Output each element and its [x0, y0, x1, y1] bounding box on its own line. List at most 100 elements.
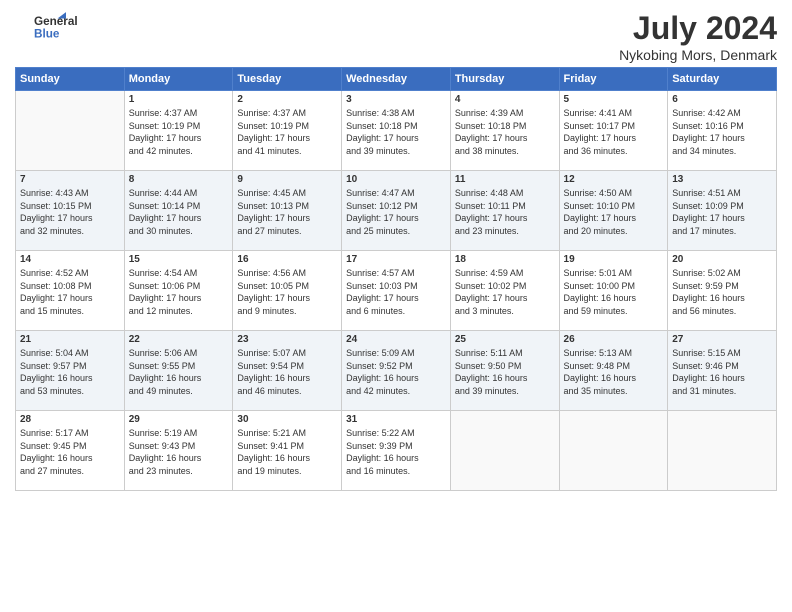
- day-info: Sunrise: 4:42 AM Sunset: 10:16 PM Daylig…: [672, 107, 772, 157]
- day-info: Sunrise: 5:07 AM Sunset: 9:54 PM Dayligh…: [237, 347, 337, 397]
- week-row-5: 28Sunrise: 5:17 AM Sunset: 9:45 PM Dayli…: [16, 411, 777, 491]
- day-cell: 7Sunrise: 4:43 AM Sunset: 10:15 PM Dayli…: [16, 171, 125, 251]
- day-cell: 26Sunrise: 5:13 AM Sunset: 9:48 PM Dayli…: [559, 331, 668, 411]
- day-number: 3: [346, 94, 446, 105]
- day-number: 13: [672, 174, 772, 185]
- day-cell: 21 Sunrise: 5:04 AM Sunset: 9:57 PM Dayli…: [16, 331, 125, 411]
- day-cell: 6 Sunrise: 4:42 AM Sunset: 10:16 PM Dayli…: [668, 91, 777, 171]
- location-title: Nykobing Mors, Denmark: [619, 47, 777, 63]
- day-info: Sunrise: 5:15 AM Sunset: 9:46 PM Dayligh…: [672, 347, 772, 397]
- day-number: 20: [672, 254, 772, 265]
- day-number: 12: [564, 174, 664, 185]
- svg-text:General: General: [34, 15, 78, 28]
- day-number: 17: [346, 254, 446, 265]
- day-cell: 10 Sunrise: 4:47 AM Sunset: 10:12 PM Dayl…: [342, 171, 451, 251]
- day-cell: 3 Sunrise: 4:38 AM Sunset: 10:18 PM Dayli…: [342, 91, 451, 171]
- day-number: 7: [20, 174, 120, 185]
- week-row-4: 21 Sunrise: 5:04 AM Sunset: 9:57 PM Dayli…: [16, 331, 777, 411]
- day-info: Sunrise: 5:09 AM Sunset: 9:52 PM Dayligh…: [346, 347, 446, 397]
- header-row: SundayMondayTuesdayWednesdayThursdayFrid…: [16, 68, 777, 91]
- day-number: 14: [20, 254, 120, 265]
- day-cell: 8 Sunrise: 4:44 AM Sunset: 10:14 PM Dayli…: [124, 171, 233, 251]
- week-row-1: 1Sunrise: 4:37 AM Sunset: 10:19 PM Dayli…: [16, 91, 777, 171]
- day-number: 25: [455, 334, 555, 345]
- day-info: Sunrise: 5:01 AM Sunset: 10:00 PM Daylig…: [564, 267, 664, 317]
- day-number: 6: [672, 94, 772, 105]
- day-cell: 30 Sunrise: 5:21 AM Sunset: 9:41 PM Dayli…: [233, 411, 342, 491]
- day-info: Sunrise: 5:11 AM Sunset: 9:50 PM Dayligh…: [455, 347, 555, 397]
- header-cell-sunday: Sunday: [16, 68, 125, 91]
- day-cell: 11 Sunrise: 4:48 AM Sunset: 10:11 PM Dayl…: [450, 171, 559, 251]
- day-info: Sunrise: 4:54 AM Sunset: 10:06 PM Daylig…: [129, 267, 229, 317]
- day-number: 27: [672, 334, 772, 345]
- day-number: 4: [455, 94, 555, 105]
- header-cell-tuesday: Tuesday: [233, 68, 342, 91]
- day-number: 15: [129, 254, 229, 265]
- day-cell: 25 Sunrise: 5:11 AM Sunset: 9:50 PM Dayli…: [450, 331, 559, 411]
- day-info: Sunrise: 4:39 AM Sunset: 10:18 PM Daylig…: [455, 107, 555, 157]
- logo: General Blue: [15, 10, 85, 42]
- day-number: 21: [20, 334, 120, 345]
- day-number: 16: [237, 254, 337, 265]
- header: General Blue July 2024 Nykobing Mors, De…: [15, 10, 777, 63]
- day-number: 11: [455, 174, 555, 185]
- day-number: 30: [237, 414, 337, 425]
- day-info: Sunrise: 5:21 AM Sunset: 9:41 PM Dayligh…: [237, 427, 337, 477]
- header-cell-thursday: Thursday: [450, 68, 559, 91]
- day-cell: 28Sunrise: 5:17 AM Sunset: 9:45 PM Dayli…: [16, 411, 125, 491]
- day-number: 10: [346, 174, 446, 185]
- day-info: Sunrise: 4:45 AM Sunset: 10:13 PM Daylig…: [237, 187, 337, 237]
- day-number: 18: [455, 254, 555, 265]
- day-info: Sunrise: 4:56 AM Sunset: 10:05 PM Daylig…: [237, 267, 337, 317]
- day-cell: 2 Sunrise: 4:37 AM Sunset: 10:19 PM Dayli…: [233, 91, 342, 171]
- day-cell: 15 Sunrise: 4:54 AM Sunset: 10:06 PM Dayl…: [124, 251, 233, 331]
- header-cell-wednesday: Wednesday: [342, 68, 451, 91]
- day-number: 5: [564, 94, 664, 105]
- day-cell: 17 Sunrise: 4:57 AM Sunset: 10:03 PM Dayl…: [342, 251, 451, 331]
- header-cell-saturday: Saturday: [668, 68, 777, 91]
- day-cell: 4 Sunrise: 4:39 AM Sunset: 10:18 PM Dayli…: [450, 91, 559, 171]
- header-cell-friday: Friday: [559, 68, 668, 91]
- day-number: 31: [346, 414, 446, 425]
- day-cell: 14Sunrise: 4:52 AM Sunset: 10:08 PM Dayl…: [16, 251, 125, 331]
- day-info: Sunrise: 5:13 AM Sunset: 9:48 PM Dayligh…: [564, 347, 664, 397]
- month-title: July 2024: [619, 10, 777, 47]
- day-cell: 20 Sunrise: 5:02 AM Sunset: 9:59 PM Dayli…: [668, 251, 777, 331]
- day-info: Sunrise: 4:37 AM Sunset: 10:19 PM Daylig…: [237, 107, 337, 157]
- day-cell: 23 Sunrise: 5:07 AM Sunset: 9:54 PM Dayli…: [233, 331, 342, 411]
- day-info: Sunrise: 5:04 AM Sunset: 9:57 PM Dayligh…: [20, 347, 120, 397]
- logo-icon: General Blue: [15, 10, 85, 42]
- day-info: Sunrise: 4:44 AM Sunset: 10:14 PM Daylig…: [129, 187, 229, 237]
- day-info: Sunrise: 4:41 AM Sunset: 10:17 PM Daylig…: [564, 107, 664, 157]
- day-number: 23: [237, 334, 337, 345]
- day-number: 8: [129, 174, 229, 185]
- day-info: Sunrise: 5:22 AM Sunset: 9:39 PM Dayligh…: [346, 427, 446, 477]
- day-cell: 16 Sunrise: 4:56 AM Sunset: 10:05 PM Dayl…: [233, 251, 342, 331]
- day-number: 2: [237, 94, 337, 105]
- day-info: Sunrise: 5:19 AM Sunset: 9:43 PM Dayligh…: [129, 427, 229, 477]
- day-cell: [559, 411, 668, 491]
- day-info: Sunrise: 5:06 AM Sunset: 9:55 PM Dayligh…: [129, 347, 229, 397]
- title-block: July 2024 Nykobing Mors, Denmark: [619, 10, 777, 63]
- week-row-3: 14Sunrise: 4:52 AM Sunset: 10:08 PM Dayl…: [16, 251, 777, 331]
- day-number: 19: [564, 254, 664, 265]
- day-cell: 13 Sunrise: 4:51 AM Sunset: 10:09 PM Dayl…: [668, 171, 777, 251]
- day-info: Sunrise: 5:02 AM Sunset: 9:59 PM Dayligh…: [672, 267, 772, 317]
- day-info: Sunrise: 4:48 AM Sunset: 10:11 PM Daylig…: [455, 187, 555, 237]
- day-info: Sunrise: 4:51 AM Sunset: 10:09 PM Daylig…: [672, 187, 772, 237]
- day-cell: 31 Sunrise: 5:22 AM Sunset: 9:39 PM Dayli…: [342, 411, 451, 491]
- day-info: Sunrise: 4:38 AM Sunset: 10:18 PM Daylig…: [346, 107, 446, 157]
- day-number: 29: [129, 414, 229, 425]
- day-cell: [16, 91, 125, 171]
- day-cell: 29 Sunrise: 5:19 AM Sunset: 9:43 PM Dayli…: [124, 411, 233, 491]
- day-cell: 9Sunrise: 4:45 AM Sunset: 10:13 PM Dayli…: [233, 171, 342, 251]
- day-number: 22: [129, 334, 229, 345]
- calendar-table: SundayMondayTuesdayWednesdayThursdayFrid…: [15, 67, 777, 491]
- day-cell: 5 Sunrise: 4:41 AM Sunset: 10:17 PM Dayli…: [559, 91, 668, 171]
- day-info: Sunrise: 4:47 AM Sunset: 10:12 PM Daylig…: [346, 187, 446, 237]
- day-number: 24: [346, 334, 446, 345]
- day-info: Sunrise: 4:59 AM Sunset: 10:02 PM Daylig…: [455, 267, 555, 317]
- day-info: Sunrise: 4:57 AM Sunset: 10:03 PM Daylig…: [346, 267, 446, 317]
- day-info: Sunrise: 4:50 AM Sunset: 10:10 PM Daylig…: [564, 187, 664, 237]
- day-cell: 24 Sunrise: 5:09 AM Sunset: 9:52 PM Dayli…: [342, 331, 451, 411]
